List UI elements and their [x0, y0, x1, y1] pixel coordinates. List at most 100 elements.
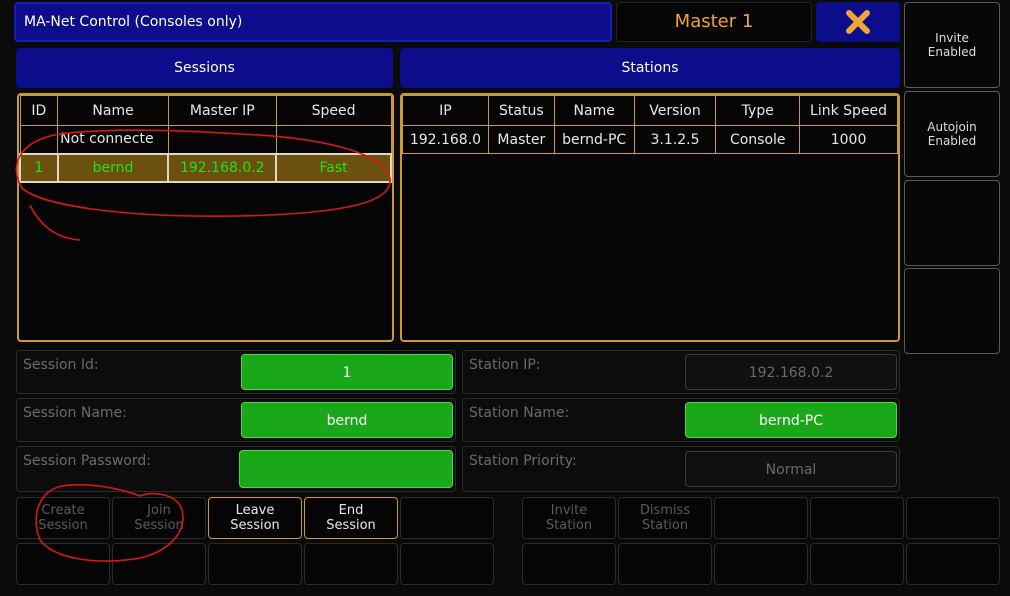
station-ip-label: Station IP:	[469, 357, 541, 373]
empty-button-r2-7[interactable]	[618, 543, 712, 585]
station-name: bernd-PC	[553, 125, 635, 154]
station-type: Console	[715, 125, 801, 154]
join-session-line2: Session	[134, 518, 184, 533]
sessions-grid: ID Name Master IP Speed Not connecte 1 b…	[17, 93, 394, 342]
leave-session-line1: Leave	[235, 503, 275, 518]
invite-station-line1: Invite	[550, 503, 588, 518]
session-password-row: Session Password:	[16, 446, 456, 492]
empty-button-r2-6[interactable]	[522, 543, 616, 585]
session-speed	[275, 125, 392, 154]
empty-button-r2-4[interactable]	[304, 543, 398, 585]
col-name[interactable]: Name	[553, 95, 635, 126]
station-status: Master	[487, 125, 555, 154]
col-link-speed[interactable]: Link Speed	[799, 95, 898, 126]
table-row[interactable]: 192.168.0 Master bernd-PC 3.1.2.5 Consol…	[402, 125, 898, 154]
session-master-ip	[167, 125, 277, 154]
session-speed: Fast	[275, 152, 392, 183]
col-id[interactable]: ID	[19, 95, 59, 126]
sessions-table: ID Name Master IP Speed Not connecte 1 b…	[19, 95, 392, 183]
autojoin-state: Enabled	[927, 134, 977, 148]
autojoin-label: Autojoin	[927, 120, 977, 134]
create-session-line2: Session	[38, 518, 88, 533]
session-password-field[interactable]	[239, 450, 453, 488]
col-type[interactable]: Type	[715, 95, 801, 126]
session-name-field[interactable]: bernd	[241, 402, 453, 438]
stations-header: Stations	[400, 48, 900, 88]
dismiss-station-button[interactable]: Dismiss Station	[618, 497, 712, 539]
empty-button-8[interactable]	[714, 497, 808, 539]
master-indicator: Master 1	[616, 2, 812, 42]
table-row[interactable]: Not connecte	[19, 125, 392, 154]
join-session-button[interactable]: Join Session	[112, 497, 206, 539]
empty-button-r2-3[interactable]	[208, 543, 302, 585]
empty-button-r2-8[interactable]	[714, 543, 808, 585]
session-name-label: Session Name:	[23, 405, 127, 421]
empty-button-10[interactable]	[906, 497, 1000, 539]
session-id-field[interactable]: 1	[241, 354, 453, 390]
join-session-line1: Join	[147, 503, 171, 518]
col-ip[interactable]: IP	[402, 95, 489, 126]
end-session-line1: End	[338, 503, 364, 518]
close-button[interactable]	[816, 2, 900, 42]
station-name-field[interactable]: bernd-PC	[685, 402, 897, 438]
invite-state: Enabled	[927, 45, 977, 59]
col-version[interactable]: Version	[633, 95, 717, 126]
station-priority-field[interactable]: Normal	[685, 451, 897, 487]
dismiss-station-line2: Station	[641, 518, 689, 533]
session-name-row: Session Name: bernd	[16, 398, 456, 442]
session-password-label: Session Password:	[23, 453, 151, 469]
empty-button-r2-5[interactable]	[400, 543, 494, 585]
sessions-header: Sessions	[16, 48, 393, 88]
session-name: bernd	[56, 152, 170, 183]
close-x-icon	[846, 10, 870, 34]
leave-session-line2: Session	[230, 518, 280, 533]
col-status[interactable]: Status	[487, 95, 555, 126]
station-name-label: Station Name:	[469, 405, 570, 421]
window-title: MA-Net Control (Consoles only)	[24, 14, 243, 30]
station-ip-row: Station IP: 192.168.0.2	[462, 350, 900, 394]
sessions-header-row: ID Name Master IP Speed	[19, 95, 392, 126]
side-button-empty-4[interactable]	[904, 268, 1000, 354]
empty-button-r2-1[interactable]	[16, 543, 110, 585]
session-master-ip: 192.168.0.2	[167, 152, 278, 183]
col-name[interactable]: Name	[57, 95, 169, 126]
station-priority-label: Station Priority:	[469, 453, 577, 469]
station-version: 3.1.2.5	[633, 125, 717, 154]
invite-enabled-toggle[interactable]: Invite Enabled	[904, 2, 1000, 88]
sessions-heading: Sessions	[174, 60, 235, 76]
create-session-button[interactable]: Create Session	[16, 497, 110, 539]
col-speed[interactable]: Speed	[275, 95, 392, 126]
session-name: Not connecte	[57, 125, 169, 154]
side-button-empty-3[interactable]	[904, 180, 1000, 266]
station-priority-row: Station Priority: Normal	[462, 446, 900, 492]
invite-station-button[interactable]: Invite Station	[522, 497, 616, 539]
window-title-bar: MA-Net Control (Consoles only)	[14, 2, 612, 42]
station-name-row: Station Name: bernd-PC	[462, 398, 900, 442]
invite-station-line2: Station	[545, 518, 593, 533]
master-label: Master 1	[674, 11, 754, 32]
empty-button-r2-2[interactable]	[112, 543, 206, 585]
empty-button-5[interactable]	[400, 497, 494, 539]
empty-button-r2-9[interactable]	[810, 543, 904, 585]
empty-button-9[interactable]	[810, 497, 904, 539]
session-id-label: Session Id:	[23, 357, 99, 373]
station-ip-field[interactable]: 192.168.0.2	[685, 354, 897, 390]
autojoin-enabled-toggle[interactable]: Autojoin Enabled	[904, 91, 1000, 177]
invite-label: Invite	[935, 31, 969, 45]
col-master-ip[interactable]: Master IP	[167, 95, 277, 126]
table-row-selected[interactable]: 1 bernd 192.168.0.2 Fast	[19, 152, 392, 183]
create-session-line1: Create	[41, 503, 85, 518]
session-id: 1	[19, 152, 59, 183]
leave-session-button[interactable]: Leave Session	[208, 497, 302, 539]
stations-header-row: IP Status Name Version Type Link Speed	[402, 95, 898, 126]
stations-table: IP Status Name Version Type Link Speed 1…	[402, 95, 898, 154]
end-session-line2: Session	[326, 518, 376, 533]
station-link-speed: 1000	[799, 125, 898, 154]
session-id	[19, 125, 59, 154]
station-ip: 192.168.0	[402, 125, 489, 154]
empty-button-r2-10[interactable]	[906, 543, 1000, 585]
stations-grid: IP Status Name Version Type Link Speed 1…	[400, 93, 900, 342]
end-session-button[interactable]: End Session	[304, 497, 398, 539]
session-id-row: Session Id: 1	[16, 350, 456, 394]
dismiss-station-line1: Dismiss	[639, 503, 691, 518]
